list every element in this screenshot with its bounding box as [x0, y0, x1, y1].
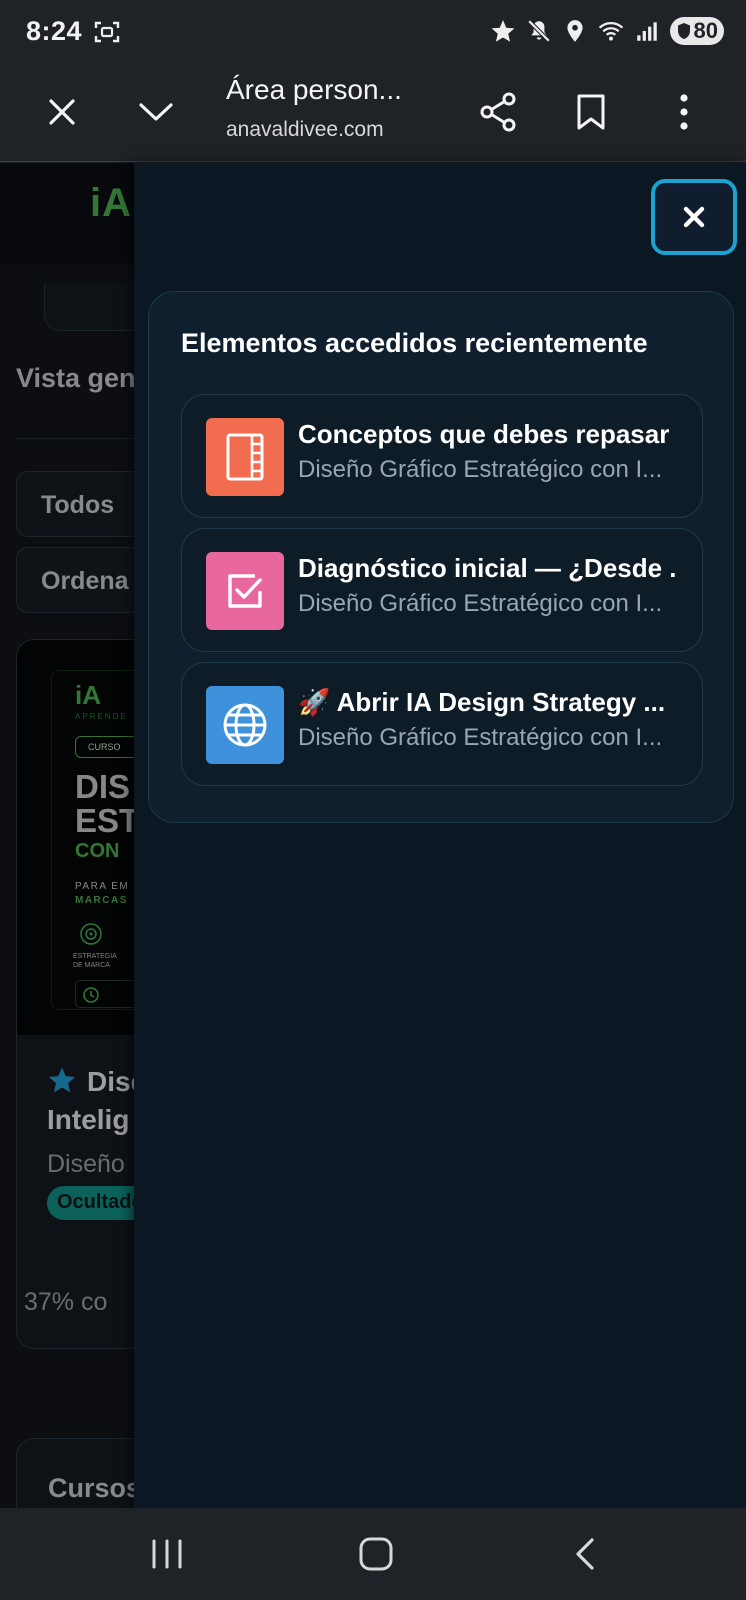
home-icon — [359, 1537, 393, 1571]
recent-item-title: Conceptos que debes repasar — [298, 419, 670, 449]
wifi-icon — [598, 22, 624, 41]
close-drawer-button[interactable] — [651, 179, 737, 255]
chevron-down-icon — [139, 103, 173, 121]
home-button[interactable] — [346, 1528, 406, 1580]
mute-icon — [527, 19, 551, 43]
recent-item-subtitle: Diseño Gráfico Estratégico con I... — [298, 456, 663, 483]
recent-items-panel: Elementos accedidos recientemente Concep… — [148, 291, 734, 823]
bookmark-icon — [577, 94, 605, 130]
recent-item-icon — [206, 686, 284, 764]
bookmark-button[interactable] — [563, 84, 619, 140]
recent-item-title: Diagnóstico inicial — ¿Desde ... — [298, 553, 678, 583]
browser-toolbar: Área person... anavaldivee.com — [0, 62, 746, 162]
system-nav-bar — [0, 1508, 746, 1600]
more-options-button[interactable] — [656, 84, 712, 140]
battery-level: 80 — [693, 18, 718, 43]
battery-icon: 80 — [670, 17, 724, 45]
page-url[interactable]: anavaldivee.com — [226, 118, 384, 142]
screenshot-icon — [94, 21, 120, 43]
share-button[interactable] — [470, 84, 526, 140]
recent-item[interactable]: 🚀 Abrir IA Design Strategy ... Diseño Gr… — [181, 662, 703, 786]
page-title[interactable]: Área person... — [226, 74, 402, 106]
signal-icon — [637, 22, 657, 41]
panel-heading: Elementos accedidos recientemente — [181, 328, 648, 358]
book-icon — [226, 433, 264, 481]
share-icon — [480, 92, 516, 132]
more-vert-icon — [680, 94, 688, 130]
recent-item-icon — [206, 418, 284, 496]
recents-icon — [152, 1539, 182, 1569]
close-tab-button[interactable] — [34, 84, 90, 140]
recent-item-subtitle: Diseño Gráfico Estratégico con I... — [298, 724, 663, 751]
recent-item[interactable]: Conceptos que debes repasar Diseño Gráfi… — [181, 394, 703, 518]
recent-items-drawer: Elementos accedidos recientemente Concep… — [134, 163, 746, 1508]
back-button[interactable] — [555, 1528, 615, 1580]
recent-item-title: 🚀 Abrir IA Design Strategy ... — [298, 687, 666, 717]
recent-item-icon — [206, 552, 284, 630]
close-icon — [683, 206, 705, 228]
recents-button[interactable] — [137, 1528, 197, 1580]
minimize-button[interactable] — [128, 84, 184, 140]
location-icon — [567, 20, 583, 42]
globe-icon — [223, 703, 267, 747]
status-time: 8:24 — [26, 16, 83, 46]
close-icon — [49, 99, 75, 125]
recent-item-subtitle: Diseño Gráfico Estratégico con I... — [298, 590, 663, 617]
recent-item[interactable]: Diagnóstico inicial — ¿Desde ... Diseño … — [181, 528, 703, 652]
star-icon — [491, 20, 515, 42]
shield-icon — [677, 23, 690, 39]
status-bar: 8:24 80 — [0, 0, 746, 62]
back-icon — [576, 1538, 594, 1570]
checkbox-icon — [228, 574, 262, 608]
